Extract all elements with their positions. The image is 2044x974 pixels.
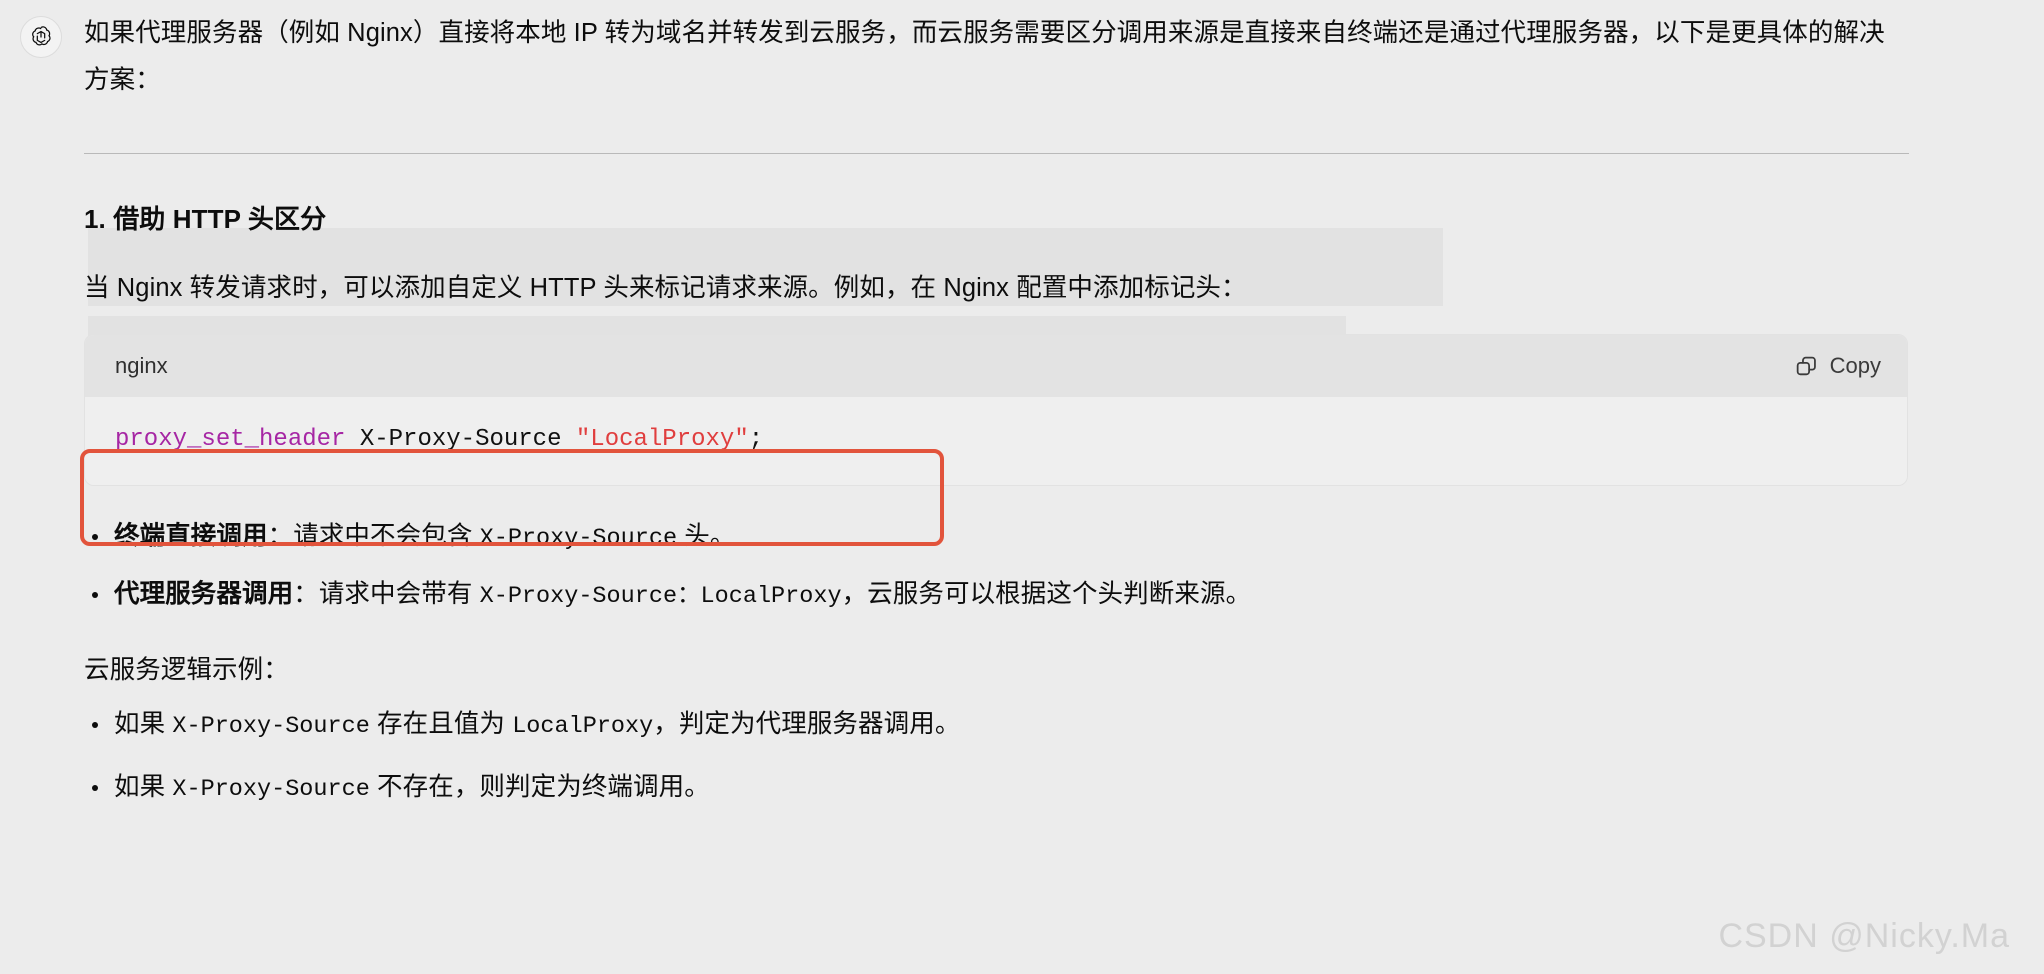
- code-token-header-name: X-Proxy-Source: [359, 426, 562, 453]
- code-token-space-2: [561, 426, 575, 453]
- behavior-inline-code: X-Proxy-Source：LocalProxy: [479, 583, 842, 610]
- logic-middle: 不存在，则判定为终端调用。: [369, 773, 710, 801]
- list-item: 代理服务器调用：请求中会带有 X-Proxy-Source：LocalProxy…: [84, 574, 1909, 617]
- behavior-text-after: 头。: [677, 522, 736, 550]
- chat-message-page: 如果代理服务器（例如 Nginx）直接将本地 IP 转为域名并转发到云服务，而云…: [0, 0, 2044, 974]
- assistant-message-body: 如果代理服务器（例如 Nginx）直接将本地 IP 转为域名并转发到云服务，而云…: [84, 10, 1909, 810]
- copy-icon: [1794, 354, 1819, 379]
- code-token-terminator: ;: [748, 426, 764, 453]
- behavior-inline-code: X-Proxy-Source: [479, 525, 678, 552]
- code-block: nginx Copy proxy_set_header X-Proxy-Sour…: [84, 334, 1908, 486]
- logic-middle: 存在且值为: [369, 710, 513, 738]
- copy-code-button[interactable]: Copy: [1794, 353, 1881, 379]
- logic-inline-code-1: X-Proxy-Source: [172, 713, 370, 740]
- intro-paragraph: 如果代理服务器（例如 Nginx）直接将本地 IP 转为域名并转发到云服务，而云…: [84, 19, 1885, 94]
- logic-prefix: 如果: [114, 710, 173, 738]
- behavior-separator: ：: [293, 580, 319, 608]
- section-description: 当 Nginx 转发请求时，可以添加自定义 HTTP 头来标记请求来源。例如，在…: [84, 274, 1247, 302]
- list-item: 终端直接调用：请求中不会包含 X-Proxy-Source 头。: [84, 516, 1909, 559]
- code-token-space-1: [345, 426, 359, 453]
- behavior-separator: ：: [267, 522, 294, 550]
- section-heading: 1. 借助 HTTP 头区分: [84, 204, 327, 234]
- logic-example-list: 如果 X-Proxy-Source 存在且值为 LocalProxy，判定为代理…: [84, 704, 1909, 810]
- behavior-label: 终端直接调用: [114, 522, 268, 550]
- assistant-avatar: [20, 16, 62, 58]
- copy-button-label: Copy: [1829, 353, 1881, 378]
- behavior-label: 代理服务器调用: [114, 580, 294, 608]
- code-line: proxy_set_header X-Proxy-Source "LocalPr…: [115, 423, 1877, 457]
- logic-inline-code-2: LocalProxy: [512, 713, 654, 740]
- code-token-keyword: proxy_set_header: [115, 426, 346, 453]
- code-block-header: nginx Copy: [85, 335, 1907, 397]
- behavior-text-before: 请求中不会包含: [293, 522, 480, 550]
- behavior-text-before: 请求中会带有: [318, 580, 480, 608]
- logic-inline-code-1: X-Proxy-Source: [172, 776, 370, 803]
- logic-prefix: 如果: [114, 773, 173, 801]
- code-block-body[interactable]: proxy_set_header X-Proxy-Source "LocalPr…: [85, 397, 1907, 485]
- logic-suffix: ，判定为代理服务器调用。: [653, 710, 961, 738]
- list-item: 如果 X-Proxy-Source 不存在，则判定为终端调用。: [84, 767, 1909, 810]
- code-language-label: nginx: [115, 353, 168, 378]
- behavior-list: 终端直接调用：请求中不会包含 X-Proxy-Source 头。 代理服务器调用…: [84, 516, 1909, 617]
- behavior-text-after: ，云服务可以根据这个头判断来源。: [841, 580, 1252, 608]
- assistant-message-row: 如果代理服务器（例如 Nginx）直接将本地 IP 转为域名并转发到云服务，而云…: [0, 0, 2044, 810]
- openai-logo-icon: [28, 24, 54, 50]
- watermark: CSDN @Nicky.Ma: [1718, 917, 2010, 955]
- code-token-string: "LocalProxy": [575, 426, 749, 453]
- logic-example-title: 云服务逻辑示例：: [84, 656, 289, 684]
- list-item: 如果 X-Proxy-Source 存在且值为 LocalProxy，判定为代理…: [84, 704, 1909, 747]
